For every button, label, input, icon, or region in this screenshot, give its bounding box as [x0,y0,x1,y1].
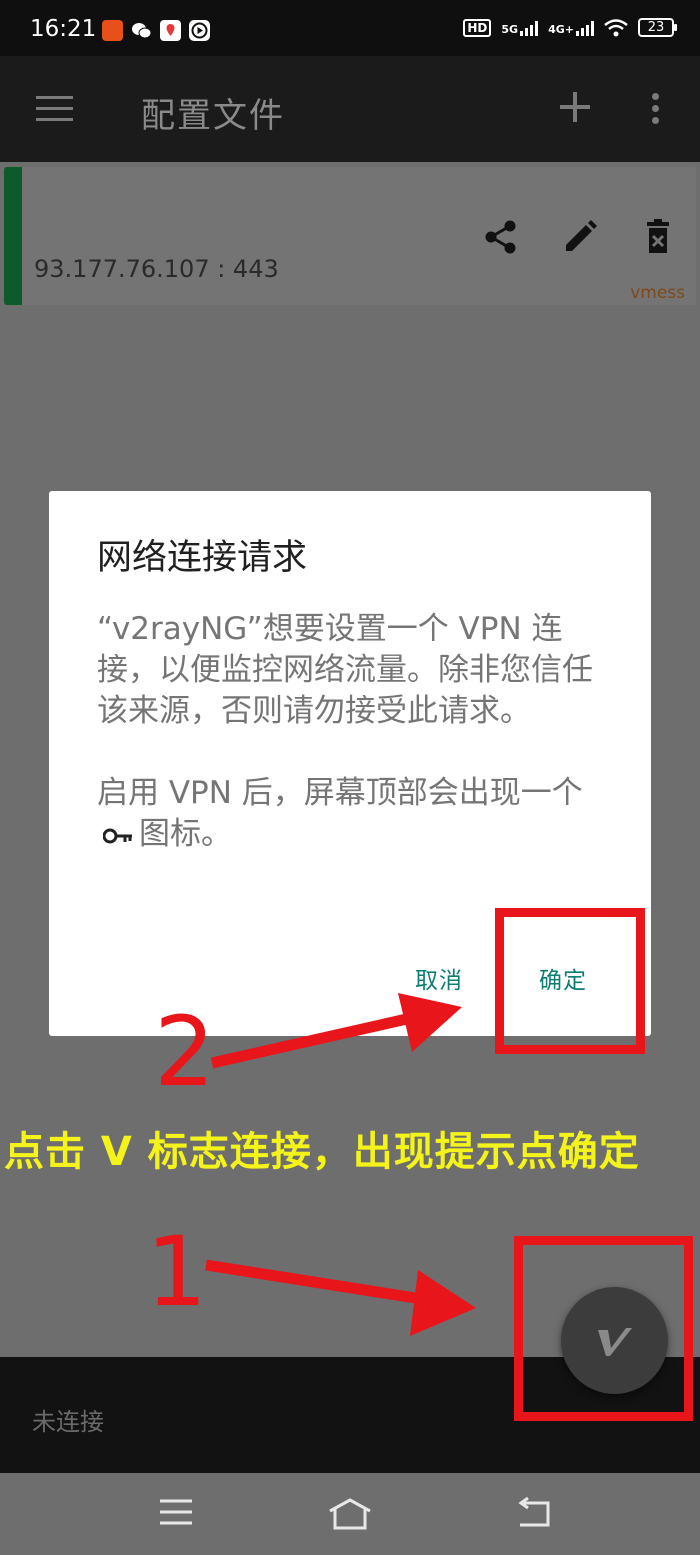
arrow-1-head [410,1270,476,1336]
annotation-arrows [205,993,476,1336]
annotation-caption: 点击 V 标志连接，出现提示点确定 [4,1129,640,1175]
arrow-2-head [398,993,462,1052]
step-2-label: 2 [154,996,216,1108]
arrow-1 [205,1259,429,1306]
arrow-2 [210,1010,422,1069]
step-1-label: 1 [146,1216,208,1328]
